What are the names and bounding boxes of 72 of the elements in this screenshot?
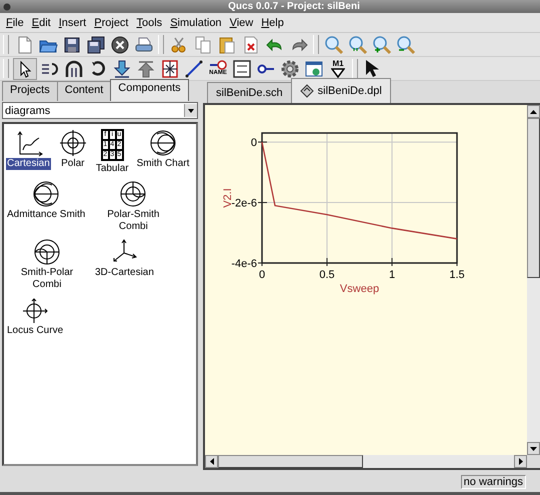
wire-label-icon xyxy=(209,60,227,70)
zoom-fit-icon xyxy=(324,34,344,54)
arrow-down-button[interactable] xyxy=(111,58,133,80)
x-axis-label: Vsweep xyxy=(340,283,380,295)
status-message: no warnings xyxy=(460,475,526,489)
arrow-up-icon xyxy=(530,108,537,114)
y-tick-label: -2e-6 xyxy=(231,198,257,210)
menu-item[interactable]: Project xyxy=(90,16,132,30)
panel-tab[interactable]: Components xyxy=(110,79,189,101)
menu-item[interactable]: Help xyxy=(257,16,288,30)
zoom-in-button[interactable] xyxy=(371,34,393,56)
menu-item[interactable]: File xyxy=(2,16,28,30)
zoom-fit-button[interactable] xyxy=(323,34,345,56)
arrow-down-icon xyxy=(530,446,537,452)
menu-item[interactable]: Simulation xyxy=(166,16,226,30)
y-tick-label: 0 xyxy=(250,137,257,150)
menu-item[interactable]: Edit xyxy=(28,16,55,30)
marker-button[interactable]: M1 xyxy=(327,58,349,80)
menu-item[interactable]: Insert xyxy=(54,16,90,30)
close-icon xyxy=(110,34,130,54)
x-tick-label: 1.5 xyxy=(449,269,465,281)
component-label[interactable]: Cartesian xyxy=(6,158,51,170)
y-tick-label: -4e-6 xyxy=(231,258,257,270)
document-tab[interactable]: silBeniDe.sch xyxy=(207,82,292,103)
diamond-icon xyxy=(300,84,314,98)
x-tick-label: 0.5 xyxy=(319,269,335,281)
app-icon[interactable] xyxy=(3,2,11,10)
zoom-out-button[interactable] xyxy=(395,34,417,56)
document-tab[interactable]: silBeniDe.dpl xyxy=(290,78,391,103)
caret-down-icon xyxy=(187,106,195,114)
arrow-up-icon xyxy=(136,58,156,78)
horizontal-scrollbar[interactable] xyxy=(205,455,527,468)
paste-icon xyxy=(217,34,237,54)
wire-icon xyxy=(184,58,204,78)
panel-tab[interactable]: Projects xyxy=(2,81,58,101)
zoom-1-icon xyxy=(348,34,368,54)
triangle-icon xyxy=(331,68,345,78)
window-title: Qucs 0.0.7 - Project: silBeni xyxy=(227,1,361,12)
component-label[interactable]: Smith-Polar Combi xyxy=(6,267,88,291)
zoom-out-icon xyxy=(396,34,416,54)
wire-button[interactable] xyxy=(183,58,205,80)
component-label[interactable]: Locus Curve xyxy=(6,325,64,337)
equation-icon xyxy=(232,58,252,78)
component-label[interactable]: Tabular xyxy=(94,163,130,175)
menu-item[interactable]: Tools xyxy=(132,16,166,30)
window-icon xyxy=(304,58,324,78)
component-label[interactable]: 3D-Cartesian xyxy=(94,267,155,279)
scrollbar-thumb[interactable] xyxy=(527,118,540,278)
save-all-button[interactable] xyxy=(85,34,107,56)
copy-icon xyxy=(193,34,213,54)
category-dropdown[interactable]: diagrams xyxy=(2,102,198,119)
port-icon xyxy=(160,58,180,78)
arrow-down-icon xyxy=(112,58,132,78)
close-button[interactable] xyxy=(109,34,131,56)
arrow-left-icon xyxy=(208,458,214,465)
mirror-y-icon xyxy=(64,58,84,78)
zoom-in-icon xyxy=(372,34,392,54)
gear-button[interactable] xyxy=(279,58,301,80)
printer-icon xyxy=(134,34,154,54)
vertical-scrollbar[interactable] xyxy=(527,105,540,455)
panel-tab[interactable]: Content xyxy=(56,81,112,101)
component-label[interactable]: Smith Chart xyxy=(136,158,190,170)
x-tick-label: 1 xyxy=(388,269,396,281)
scrollbar-thumb[interactable] xyxy=(218,455,363,468)
equation-button[interactable] xyxy=(231,58,253,80)
menu-item[interactable]: View xyxy=(226,16,258,30)
pointer-button[interactable] xyxy=(13,58,37,80)
x-tick-label: 0 xyxy=(258,269,266,281)
component-label[interactable]: Admittance Smith xyxy=(6,209,86,221)
component-label[interactable]: Polar xyxy=(60,158,86,170)
arrow-right-icon xyxy=(518,458,524,465)
component-label[interactable]: Polar-Smith Combi xyxy=(92,209,174,233)
